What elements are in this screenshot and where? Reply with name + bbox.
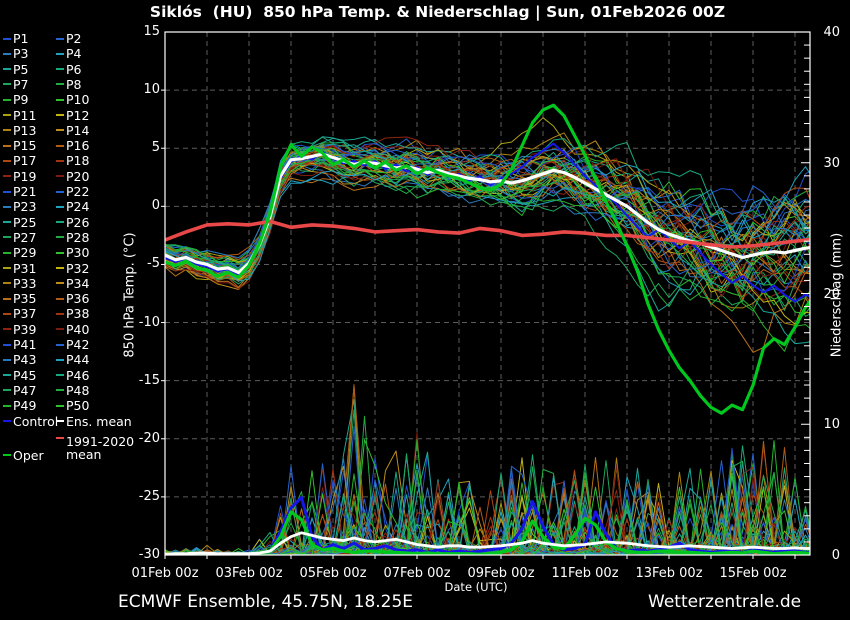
- x-tick-label: 03Feb 00z: [204, 566, 294, 581]
- y-right-tick-label: 40: [814, 25, 840, 40]
- y-left-tick-label: -30: [110, 547, 160, 562]
- x-tick-label: 09Feb 00z: [456, 566, 546, 581]
- precip-axis-label: Niederschlag (mm): [830, 233, 845, 358]
- y-left-tick-label: -20: [110, 431, 160, 446]
- x-tick-label: 07Feb 00z: [372, 566, 462, 581]
- x-tick-label: 15Feb 00z: [708, 566, 798, 581]
- y-left-tick-label: -25: [110, 489, 160, 504]
- x-tick-label: 13Feb 00z: [624, 566, 714, 581]
- temp-axis-label: 850 hPa Temp. (°C): [123, 232, 138, 357]
- y-left-tick-label: 10: [110, 82, 160, 97]
- x-tick-label: 05Feb 00z: [288, 566, 378, 581]
- y-left-tick-label: 0: [110, 198, 160, 213]
- y-left-tick-label: -15: [110, 373, 160, 388]
- y-left-tick-label: 15: [110, 24, 160, 39]
- y-right-tick-label: 10: [814, 417, 840, 432]
- y-right-tick-label: 30: [814, 156, 840, 171]
- y-left-tick-label: 5: [110, 140, 160, 155]
- date-axis-label: Date (UTC): [416, 580, 536, 594]
- ensemble-chart: Siklós (HU) 850 hPa Temp. & Niederschlag…: [0, 0, 850, 620]
- x-tick-label: 01Feb 00z: [120, 566, 210, 581]
- footer-branding: Wetterzentrale.de: [648, 592, 801, 612]
- x-tick-label: 11Feb 00z: [540, 566, 630, 581]
- footer-model-info: ECMWF Ensemble, 45.75N, 18.25E: [118, 592, 413, 612]
- y-right-tick-label: 0: [814, 548, 840, 563]
